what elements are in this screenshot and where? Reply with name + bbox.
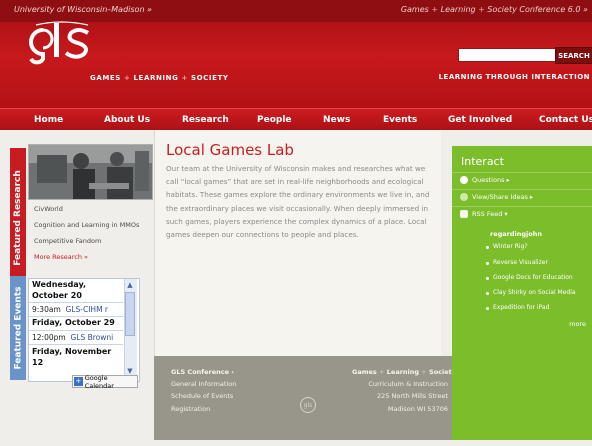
featured-research-photo[interactable] xyxy=(28,144,153,200)
nav-people[interactable]: People xyxy=(257,115,292,125)
blog-post-link[interactable]: Google Docs for Education xyxy=(493,274,573,281)
bullet-icon xyxy=(486,277,489,280)
conference-link-games: Games xyxy=(400,5,429,14)
footer-schedule-link[interactable]: Schedule of Events xyxy=(171,392,233,400)
conference-link-learning: Learning xyxy=(440,5,476,14)
google-calendar-label: Google Calendar xyxy=(84,373,114,390)
interact-rss-link[interactable]: RSS Feed ▾ xyxy=(472,210,508,218)
footer-org-learning: Learning xyxy=(386,368,420,376)
conference-link[interactable]: Games + Learning + Society Conference 6.… xyxy=(401,5,588,14)
bullet-icon xyxy=(486,292,489,295)
calendar-scroll-thumb[interactable] xyxy=(125,292,135,336)
calendar-date-oct20: Wednesday, xyxy=(32,280,87,289)
calendar-date-nov12-line2: 12 xyxy=(32,358,44,367)
search-button[interactable]: SEARCH xyxy=(555,47,592,64)
question-icon xyxy=(460,176,468,184)
nav-research[interactable]: Research xyxy=(182,115,229,125)
plus-icon: + xyxy=(74,377,83,386)
scroll-up-icon[interactable]: ▲ xyxy=(125,280,135,290)
research-photo-illustration xyxy=(29,145,152,199)
search-input[interactable] xyxy=(458,48,558,62)
calendar-divider xyxy=(29,302,123,303)
featured-events-label: Featured Events xyxy=(13,286,24,370)
bottom-strip xyxy=(0,440,592,446)
header-tagline: GAMES + LEARNING + SOCIETY xyxy=(90,74,229,82)
main-nav: Home About Us Research People News Event… xyxy=(0,108,592,132)
interact-ideas-link[interactable]: View/Share Ideas ▸ xyxy=(472,193,533,201)
nav-news[interactable]: News xyxy=(323,115,350,125)
footer-registration-link[interactable]: Registration xyxy=(171,405,210,413)
event-time: 12:00pm xyxy=(32,333,66,342)
gls-logo[interactable] xyxy=(26,21,96,65)
calendar-date-nov12: Friday, November xyxy=(32,347,112,356)
nav-get-involved[interactable]: Get Involved xyxy=(448,115,512,125)
calendar-event-gls-cihm[interactable]: 9:30am GLS-CIHM r xyxy=(32,305,108,314)
header-slogan: LEARNING THROUGH INTERACTION xyxy=(438,73,590,81)
tagline-society: SOCIETY xyxy=(190,74,229,82)
calendar-event-gls-brownbag[interactable]: 12:00pm GLS Browni xyxy=(32,333,113,342)
footer-org-games: Games xyxy=(352,368,377,376)
event-title: GLS-CIHM r xyxy=(65,305,109,314)
calendar-date-oct20-line2: October 20 xyxy=(32,291,82,300)
google-calendar-button[interactable]: + Google Calendar xyxy=(72,373,138,390)
event-time: 9:30am xyxy=(32,305,61,314)
nav-events[interactable]: Events xyxy=(383,115,417,125)
footer-conference-heading[interactable]: GLS Conference › xyxy=(171,368,234,376)
more-research-link[interactable]: More Research » xyxy=(34,253,88,261)
footer-address-line1: Curriculum & Instruction xyxy=(368,380,448,388)
page: { "topbar": { "university": "University … xyxy=(0,0,592,446)
featured-research-label: Featured Research xyxy=(13,170,24,266)
tagline-learning: LEARNING xyxy=(133,74,179,82)
event-title: GLS Browni xyxy=(70,333,114,342)
intro-text: Our team at the University of Wisconsin … xyxy=(166,164,430,240)
blog-post-link[interactable]: Expedition for iPad xyxy=(493,304,549,311)
calendar-divider xyxy=(29,344,123,345)
blog-post-link[interactable]: Clay Shirky on Social Media xyxy=(493,289,576,296)
more-link[interactable]: more xyxy=(569,320,586,328)
blog-post-link[interactable]: Reverse Visualizer xyxy=(493,259,548,266)
footer-org-heading: Games + Learning + Society xyxy=(352,368,457,376)
bullet-icon xyxy=(486,246,489,249)
calendar-divider xyxy=(29,316,123,317)
calendar-date-oct29: Friday, October 29 xyxy=(32,318,115,327)
featured-research-label-wrap: Featured Research xyxy=(10,148,26,288)
university-link[interactable]: University of Wisconsin–Madison » xyxy=(14,5,152,14)
research-link-civworld[interactable]: CivWorld xyxy=(34,205,63,213)
footer-gls-logo: gls xyxy=(300,397,316,413)
blog-post-link[interactable]: Winter Rig? xyxy=(493,243,528,250)
blog-title[interactable]: regardingjohn xyxy=(490,230,542,238)
nav-about-us[interactable]: About Us xyxy=(104,115,150,125)
rss-icon xyxy=(460,210,468,218)
bullet-icon xyxy=(486,262,489,265)
tagline-games: GAMES xyxy=(90,74,121,82)
footer-address-line3: Madison WI 53706 xyxy=(387,405,448,413)
footer-general-info-link[interactable]: General Information xyxy=(171,380,236,388)
footer-address-line2: 225 North Mills Street xyxy=(377,392,448,400)
bullet-icon xyxy=(486,307,489,310)
interact-questions-link[interactable]: Questions ▸ xyxy=(472,176,510,184)
interact-title: Interact xyxy=(461,155,504,168)
research-link-mmos[interactable]: Cognition and Learning in MMOs xyxy=(34,221,139,229)
nav-home[interactable]: Home xyxy=(34,115,63,125)
nav-contact-us[interactable]: Contact Us xyxy=(539,115,592,125)
research-link-fandom[interactable]: Competitive Fandom xyxy=(34,237,101,245)
featured-events-label-wrap: Featured Events xyxy=(10,276,26,380)
ideas-icon xyxy=(460,193,468,201)
page-title: Local Games Lab xyxy=(166,141,294,159)
conference-link-society: Society Conference 6.0 » xyxy=(487,5,588,14)
calendar-divider xyxy=(29,330,123,331)
